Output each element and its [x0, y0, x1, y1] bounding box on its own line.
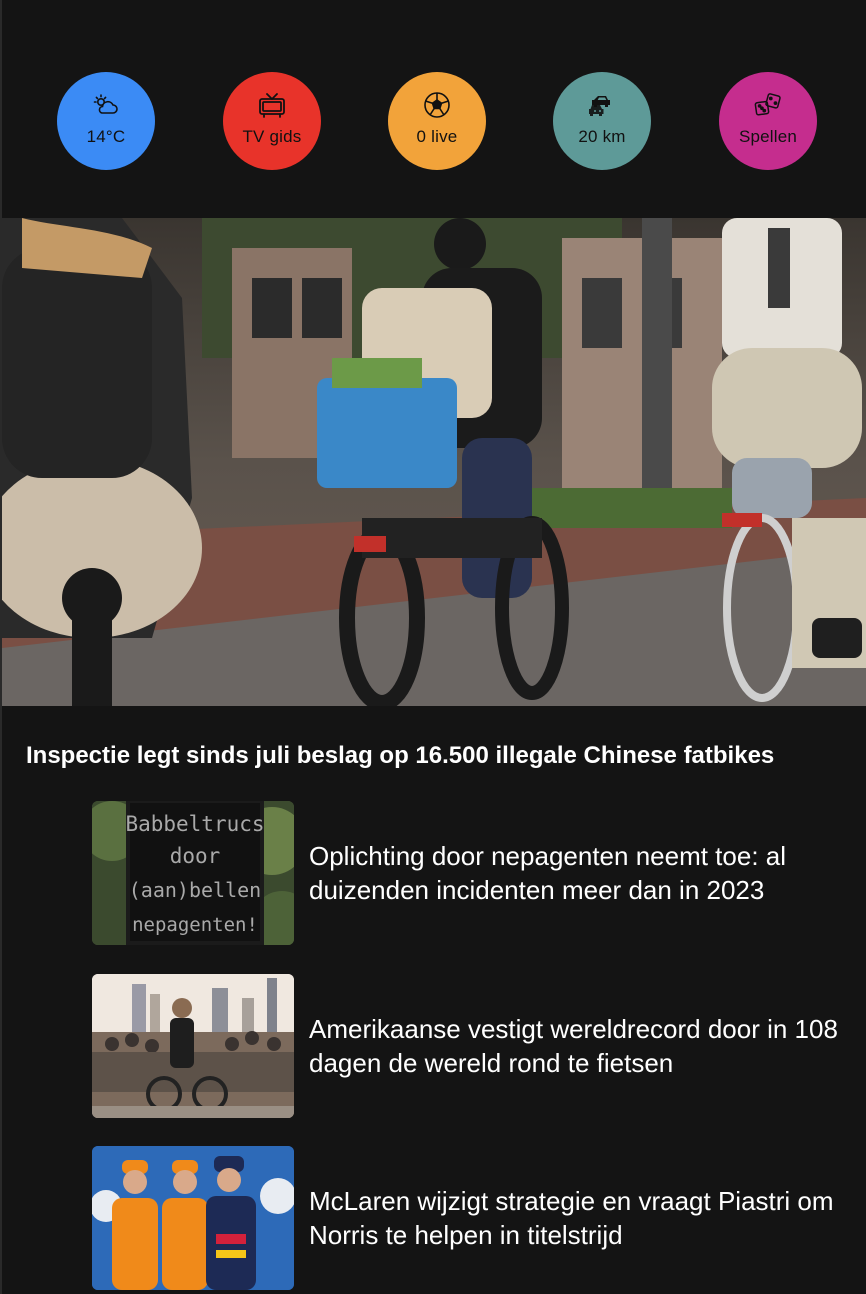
tv-guide-button[interactable]: TV gids [223, 72, 321, 170]
games-button[interactable]: Spellen [719, 72, 817, 170]
games-label: Spellen [738, 127, 798, 146]
sign-line: door [170, 844, 221, 868]
traffic-button[interactable]: 20 km [553, 72, 651, 170]
live-label: 0 live [416, 127, 458, 146]
quick-access-bar: 14°C TV gids 0 live 20 km Spellen [2, 72, 866, 172]
article-thumbnail [92, 1146, 294, 1290]
sign-line: (aan)bellen [129, 878, 261, 902]
weather-partly-cloudy-icon [92, 91, 120, 119]
live-scores-button[interactable]: 0 live [388, 72, 486, 170]
tv-guide-label: TV gids [242, 127, 302, 146]
article-thumbnail [92, 974, 294, 1118]
soccer-ball-icon [423, 91, 451, 119]
article-title[interactable]: Oplichting door nepagenten neemt toe: al… [309, 801, 849, 945]
article-thumbnail: Babbeltrucs door (aan)bellen nepagenten! [92, 801, 294, 945]
article-title[interactable]: Amerikaanse vestigt wereldrecord door in… [309, 974, 849, 1118]
article-title[interactable]: McLaren wijzigt strategie en vraagt Pias… [309, 1146, 849, 1290]
hero-headline[interactable]: Inspectie legt sinds juli beslag op 16.5… [26, 740, 862, 772]
dice-icon [754, 91, 782, 119]
sign-line: Babbeltrucs [125, 812, 264, 836]
article-item[interactable]: Babbeltrucs door (aan)bellen nepagenten!… [92, 801, 852, 945]
news-page: 14°C TV gids 0 live 20 km Spellen Inspec… [0, 0, 866, 1294]
traffic-cars-icon [588, 91, 616, 119]
weather-button[interactable]: 14°C [57, 72, 155, 170]
article-item[interactable]: Amerikaanse vestigt wereldrecord door in… [92, 974, 852, 1118]
hero-image[interactable] [2, 218, 866, 706]
sign-line: nepagenten! [132, 914, 258, 936]
article-item[interactable]: McLaren wijzigt strategie en vraagt Pias… [92, 1146, 852, 1290]
tv-icon [258, 91, 286, 119]
traffic-label: 20 km [578, 127, 626, 146]
weather-label: 14°C [86, 127, 126, 146]
